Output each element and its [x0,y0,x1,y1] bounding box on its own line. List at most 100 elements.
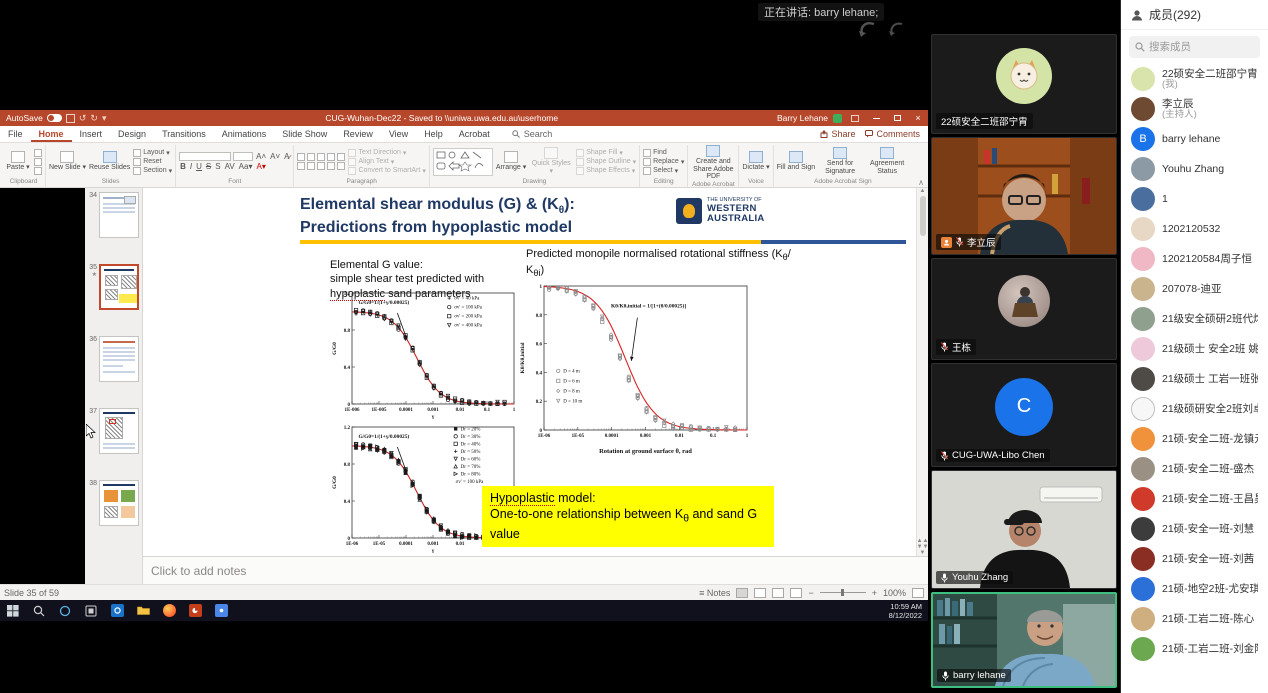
zoom-in-button[interactable]: + [872,588,877,598]
file-explorer-app-icon[interactable] [130,600,156,621]
align-left-icon[interactable] [297,162,305,170]
quick-styles-button[interactable]: Quick Styles ▾ [529,147,573,175]
slide-scrollbar[interactable]: ▲ ▲▲ ▼▼ ▼ [916,188,928,556]
text-shadow-icon[interactable]: S [214,162,221,171]
member-list-item[interactable]: 1 [1121,184,1268,214]
ribbon-tab[interactable]: Acrobat [451,127,498,142]
ribbon-tab[interactable]: Transitions [154,127,214,142]
agreement-status-button[interactable]: Agreement Status [865,147,909,175]
reset-button[interactable]: Reset [133,158,172,166]
start-button[interactable] [0,600,26,621]
create-share-pdf-button[interactable]: Create and Share Adobe PDF [691,145,735,181]
slide-thumbnail-panel[interactable]: 34 35★ [85,188,143,584]
zoom-slider[interactable] [820,592,866,593]
decrease-indent-icon[interactable] [317,153,325,161]
fit-slide-icon[interactable] [912,588,924,598]
ribbon-tab[interactable]: Design [110,127,154,142]
ribbon-tab[interactable]: Home [31,127,72,142]
quick-access-toolbar[interactable]: AutoSave ↺ ↻ ▾ [6,113,107,123]
copy-icon[interactable] [34,158,42,166]
member-list-item[interactable]: 21硕-安全二班-盛杰 [1121,454,1268,484]
share-button[interactable]: Share [820,129,855,139]
paste-button[interactable]: Paste ▾ [5,151,31,172]
arrange-button[interactable]: Arrange ▾ [496,151,526,172]
align-center-icon[interactable] [307,162,315,170]
ribbon-tab[interactable]: Slide Show [274,127,335,142]
italic-button[interactable]: I [189,162,193,171]
format-painter-icon[interactable] [34,167,42,175]
columns-icon[interactable] [337,162,345,170]
member-list-item[interactable]: 1202120532 [1121,214,1268,244]
annotation-toolbar[interactable] [856,20,908,38]
text-direction-button[interactable]: Text Direction ▾ [348,149,425,157]
char-spacing-icon[interactable]: AV [224,162,236,171]
redo-arrow-icon[interactable] [886,20,908,38]
ribbon-tab[interactable]: Help [416,127,451,142]
member-list-item[interactable]: 21级硕士 工岩一班张依杰 [1121,364,1268,394]
video-tile-4[interactable]: C CUG-UWA-Libo Chen [931,363,1117,467]
member-list-item[interactable]: 21级硕士 安全2班 姚瑞 [1121,334,1268,364]
send-for-signature-button[interactable]: Send for Signature [818,147,862,175]
normal-view-icon[interactable] [736,588,748,598]
member-list-item[interactable]: B barry lehane [1121,124,1268,154]
justify-icon[interactable] [327,162,335,170]
notes-pane[interactable]: Click to add notes [143,556,928,584]
align-text-button[interactable]: Align Text ▾ [348,158,425,166]
bold-button[interactable]: B [179,162,187,171]
member-list-item[interactable]: 21硕-地空2班-尤安琪 [1121,574,1268,604]
member-list-item[interactable]: 1202120584周子恒 [1121,244,1268,274]
replace-button[interactable]: Replace ▾ [643,158,684,166]
slide-thumbnail-preview[interactable] [99,264,139,310]
smartart-button[interactable]: Convert to SmartArt ▾ [348,167,425,175]
align-right-icon[interactable] [317,162,325,170]
slide-thumbnail-36[interactable]: 36 [87,336,140,382]
slide-title[interactable]: Elemental shear modulus (G) & (Kθ): Pred… [300,195,575,238]
new-slide-button[interactable]: New Slide ▾ [49,151,86,172]
save-icon[interactable] [66,114,75,123]
font-color-icon[interactable]: A▾ [255,162,266,171]
autosave-toggle[interactable] [47,114,62,122]
comments-button[interactable]: Comments [865,129,920,139]
member-list-item[interactable]: 21硕-安全一班-刘茜 [1121,544,1268,574]
font-size-box[interactable] [233,152,253,161]
fill-and-sign-button[interactable]: Fill and Sign [777,151,816,172]
layout-button[interactable]: Layout ▾ [133,149,172,157]
video-tile-6-active-speaker[interactable]: barry lehane [931,592,1117,688]
shapes-gallery[interactable] [433,148,493,176]
slide-editing-area[interactable]: Elemental shear modulus (G) & (Kθ): Pred… [143,188,928,556]
member-list-item[interactable]: 21硕-安全二班-王昌昊 [1121,484,1268,514]
video-tile-2[interactable]: 李立辰 [931,137,1117,255]
ribbon-tab[interactable]: Animations [214,127,275,142]
undo-icon[interactable]: ↺ [79,114,87,123]
close-button[interactable]: × [910,111,926,125]
underline-button[interactable]: U [195,162,203,171]
ribbon-tab[interactable]: View [381,127,416,142]
member-list-item[interactable]: 21硕-工岩二班-陈心 [1121,604,1268,634]
member-list-item[interactable]: 21硕-工岩二班-刘金阳 [1121,634,1268,664]
member-list-item[interactable]: 22硕安全二班邵宁胄 (我) [1121,64,1268,94]
zoom-level[interactable]: 100% [883,588,906,598]
current-slide[interactable]: Elemental shear modulus (G) & (Kθ): Pred… [143,188,928,556]
highlight-box[interactable]: Hypoplastic model: One-to-one relationsh… [482,486,774,547]
member-list-item[interactable]: 21级安全硕研2班代烨 [1121,304,1268,334]
maximize-button[interactable] [889,111,905,125]
slide-thumbnail-34[interactable]: 34 [87,192,140,238]
video-tile-3[interactable]: 王栋 [931,258,1117,360]
cut-icon[interactable] [34,149,42,157]
ppt-titlebar[interactable]: AutoSave ↺ ↻ ▾ CUG-Wuhan-Dec22 - Saved t… [0,110,928,126]
member-list-item[interactable]: 21级硕研安全2班刘卓 [1121,394,1268,424]
slide-thumbnail-preview[interactable] [99,480,139,526]
shrink-font-icon[interactable]: A˅ [269,152,281,161]
slide-thumbnail-preview[interactable] [99,336,139,382]
member-list-item[interactable]: 21硕-安全二班-龙镇元 [1121,424,1268,454]
shape-outline-button[interactable]: Shape Outline ▾ [576,158,636,166]
minimize-button[interactable] [868,111,884,125]
strikethrough-button[interactable]: S [205,162,212,171]
ribbon-tab[interactable]: Review [335,127,381,142]
cortana-button[interactable] [52,600,78,621]
redo-icon[interactable]: ↻ [90,114,98,123]
scrollbar-thumb[interactable] [920,196,926,236]
ribbon-tab[interactable]: File [0,127,31,142]
grow-font-icon[interactable]: A˄ [255,152,267,161]
scroll-up-icon[interactable]: ▲ [920,188,926,194]
